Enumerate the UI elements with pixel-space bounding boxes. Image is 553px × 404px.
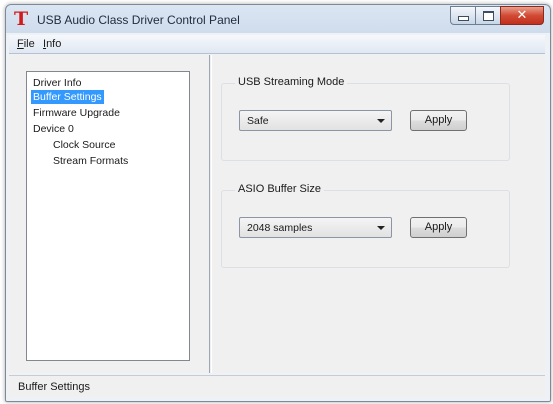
maximize-icon (482, 10, 494, 21)
menu-file-accelerator: F (17, 38, 24, 50)
navigation-tree[interactable]: Driver Info Buffer Settings Firmware Upg… (26, 71, 190, 361)
tree-item-device-0[interactable]: Device 0 (31, 122, 76, 136)
minimize-button[interactable] (450, 6, 476, 25)
menu-info[interactable]: Info (43, 38, 61, 50)
app-logo-icon: T (14, 8, 29, 30)
asio-buffer-title: ASIO Buffer Size (235, 183, 324, 195)
status-bar: Buffer Settings (9, 375, 545, 397)
minimize-icon (457, 15, 469, 21)
streaming-mode-select[interactable]: Safe (239, 110, 392, 131)
close-button[interactable]: ✕ (500, 6, 544, 25)
asio-apply-button[interactable]: Apply (410, 217, 467, 238)
streaming-mode-title: USB Streaming Mode (235, 76, 348, 88)
tree-item-stream-formats[interactable]: Stream Formats (51, 154, 130, 168)
menu-bar: File Info (9, 35, 545, 54)
streaming-apply-button[interactable]: Apply (410, 110, 467, 131)
menu-file[interactable]: File (17, 38, 35, 50)
tree-item-driver-info[interactable]: Driver Info (31, 76, 83, 90)
panel-splitter[interactable] (209, 55, 212, 373)
menu-file-label: ile (23, 38, 35, 50)
asio-buffer-select[interactable]: 2048 samples (239, 217, 392, 238)
maximize-button[interactable] (475, 6, 501, 25)
asio-buffer-value: 2048 samples (247, 222, 313, 234)
tree-item-clock-source[interactable]: Clock Source (51, 138, 117, 152)
caption-buttons: ✕ (450, 6, 544, 26)
menu-info-label: nfo (46, 38, 62, 50)
title-bar[interactable]: T USB Audio Class Driver Control Panel ✕ (6, 5, 550, 33)
tree-item-firmware-upgrade[interactable]: Firmware Upgrade (31, 106, 122, 120)
streaming-mode-value: Safe (247, 115, 269, 127)
close-icon: ✕ (516, 8, 528, 23)
chevron-down-icon (377, 226, 385, 230)
window-title: USB Audio Class Driver Control Panel (37, 13, 240, 27)
tree-item-buffer-settings[interactable]: Buffer Settings (31, 90, 104, 104)
client-area: Driver Info Buffer Settings Firmware Upg… (9, 55, 545, 373)
chevron-down-icon (377, 119, 385, 123)
app-window: T USB Audio Class Driver Control Panel ✕… (5, 4, 551, 402)
status-text: Buffer Settings (18, 381, 90, 393)
